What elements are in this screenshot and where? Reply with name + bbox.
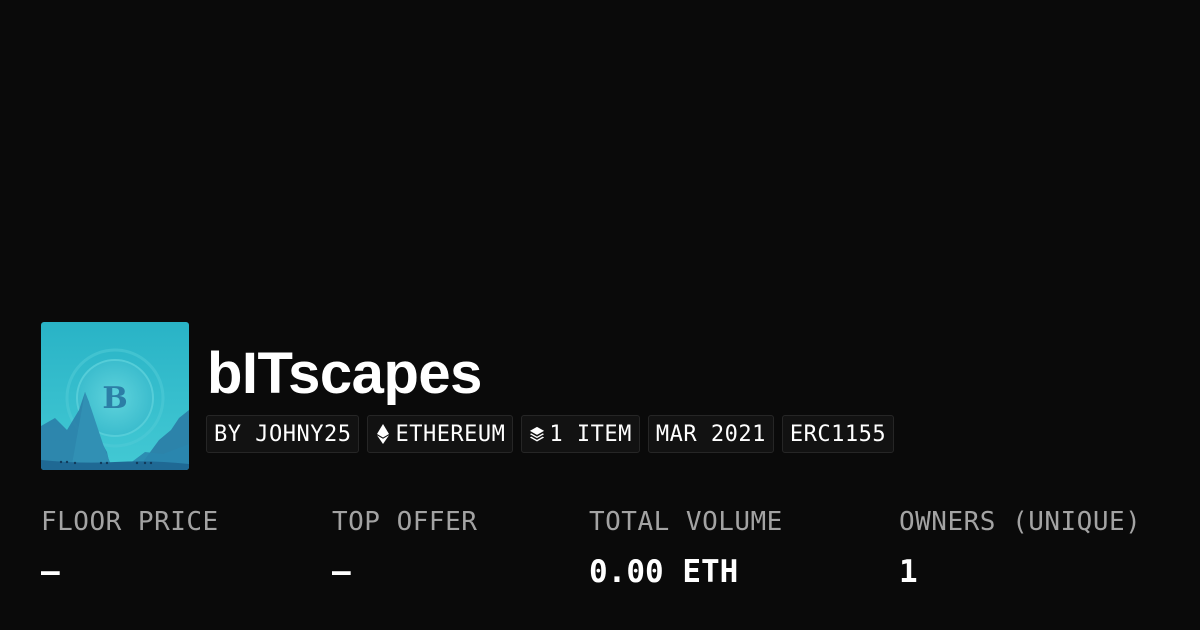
creator-tag[interactable]: BY JOHNY25 xyxy=(206,415,360,453)
stat-owners: OWNERS (UNIQUE) 1 xyxy=(899,505,1141,590)
stat-label: TOP OFFER xyxy=(332,507,478,537)
stat-value: — xyxy=(41,554,60,590)
chain-tag[interactable]: ETHEREUM xyxy=(367,415,514,453)
creator-label: BY JOHNY25 xyxy=(214,421,352,447)
stat-value: 1 xyxy=(899,554,918,590)
collection-title[interactable]: bITscapes xyxy=(207,336,482,412)
item-count-tag[interactable]: 1 ITEM xyxy=(521,415,640,453)
created-date-label: MAR 2021 xyxy=(655,421,766,447)
stat-value: 0.00 ETH xyxy=(589,554,739,590)
stat-value: — xyxy=(332,554,351,590)
layers-icon xyxy=(529,423,545,445)
collection-avatar[interactable]: B xyxy=(41,322,189,470)
avatar-letter: B xyxy=(102,381,127,416)
token-standard-label: ERC1155 xyxy=(789,421,887,447)
avatar-landscape-image: B xyxy=(41,322,189,470)
chain-label: ETHEREUM xyxy=(395,421,506,447)
item-count-label: 1 ITEM xyxy=(549,421,632,447)
collection-card: B bITscapes BY JOHNY25 ETHEREUM 1 ITEM M… xyxy=(0,0,1200,630)
token-standard-tag: ERC1155 xyxy=(781,415,895,453)
stat-label: TOTAL VOLUME xyxy=(589,507,783,537)
collection-tags: BY JOHNY25 ETHEREUM 1 ITEM MAR 2021 ERC1… xyxy=(206,415,895,455)
stat-label: FLOOR PRICE xyxy=(41,507,219,537)
stat-top-offer: TOP OFFER — xyxy=(332,505,477,590)
ethereum-icon xyxy=(375,423,391,445)
created-date-tag: MAR 2021 xyxy=(647,415,774,453)
stat-total-volume: TOTAL VOLUME 0.00 ETH xyxy=(589,505,783,590)
stat-floor-price: FLOOR PRICE — xyxy=(41,505,219,590)
stat-label: OWNERS (UNIQUE) xyxy=(899,507,1142,537)
